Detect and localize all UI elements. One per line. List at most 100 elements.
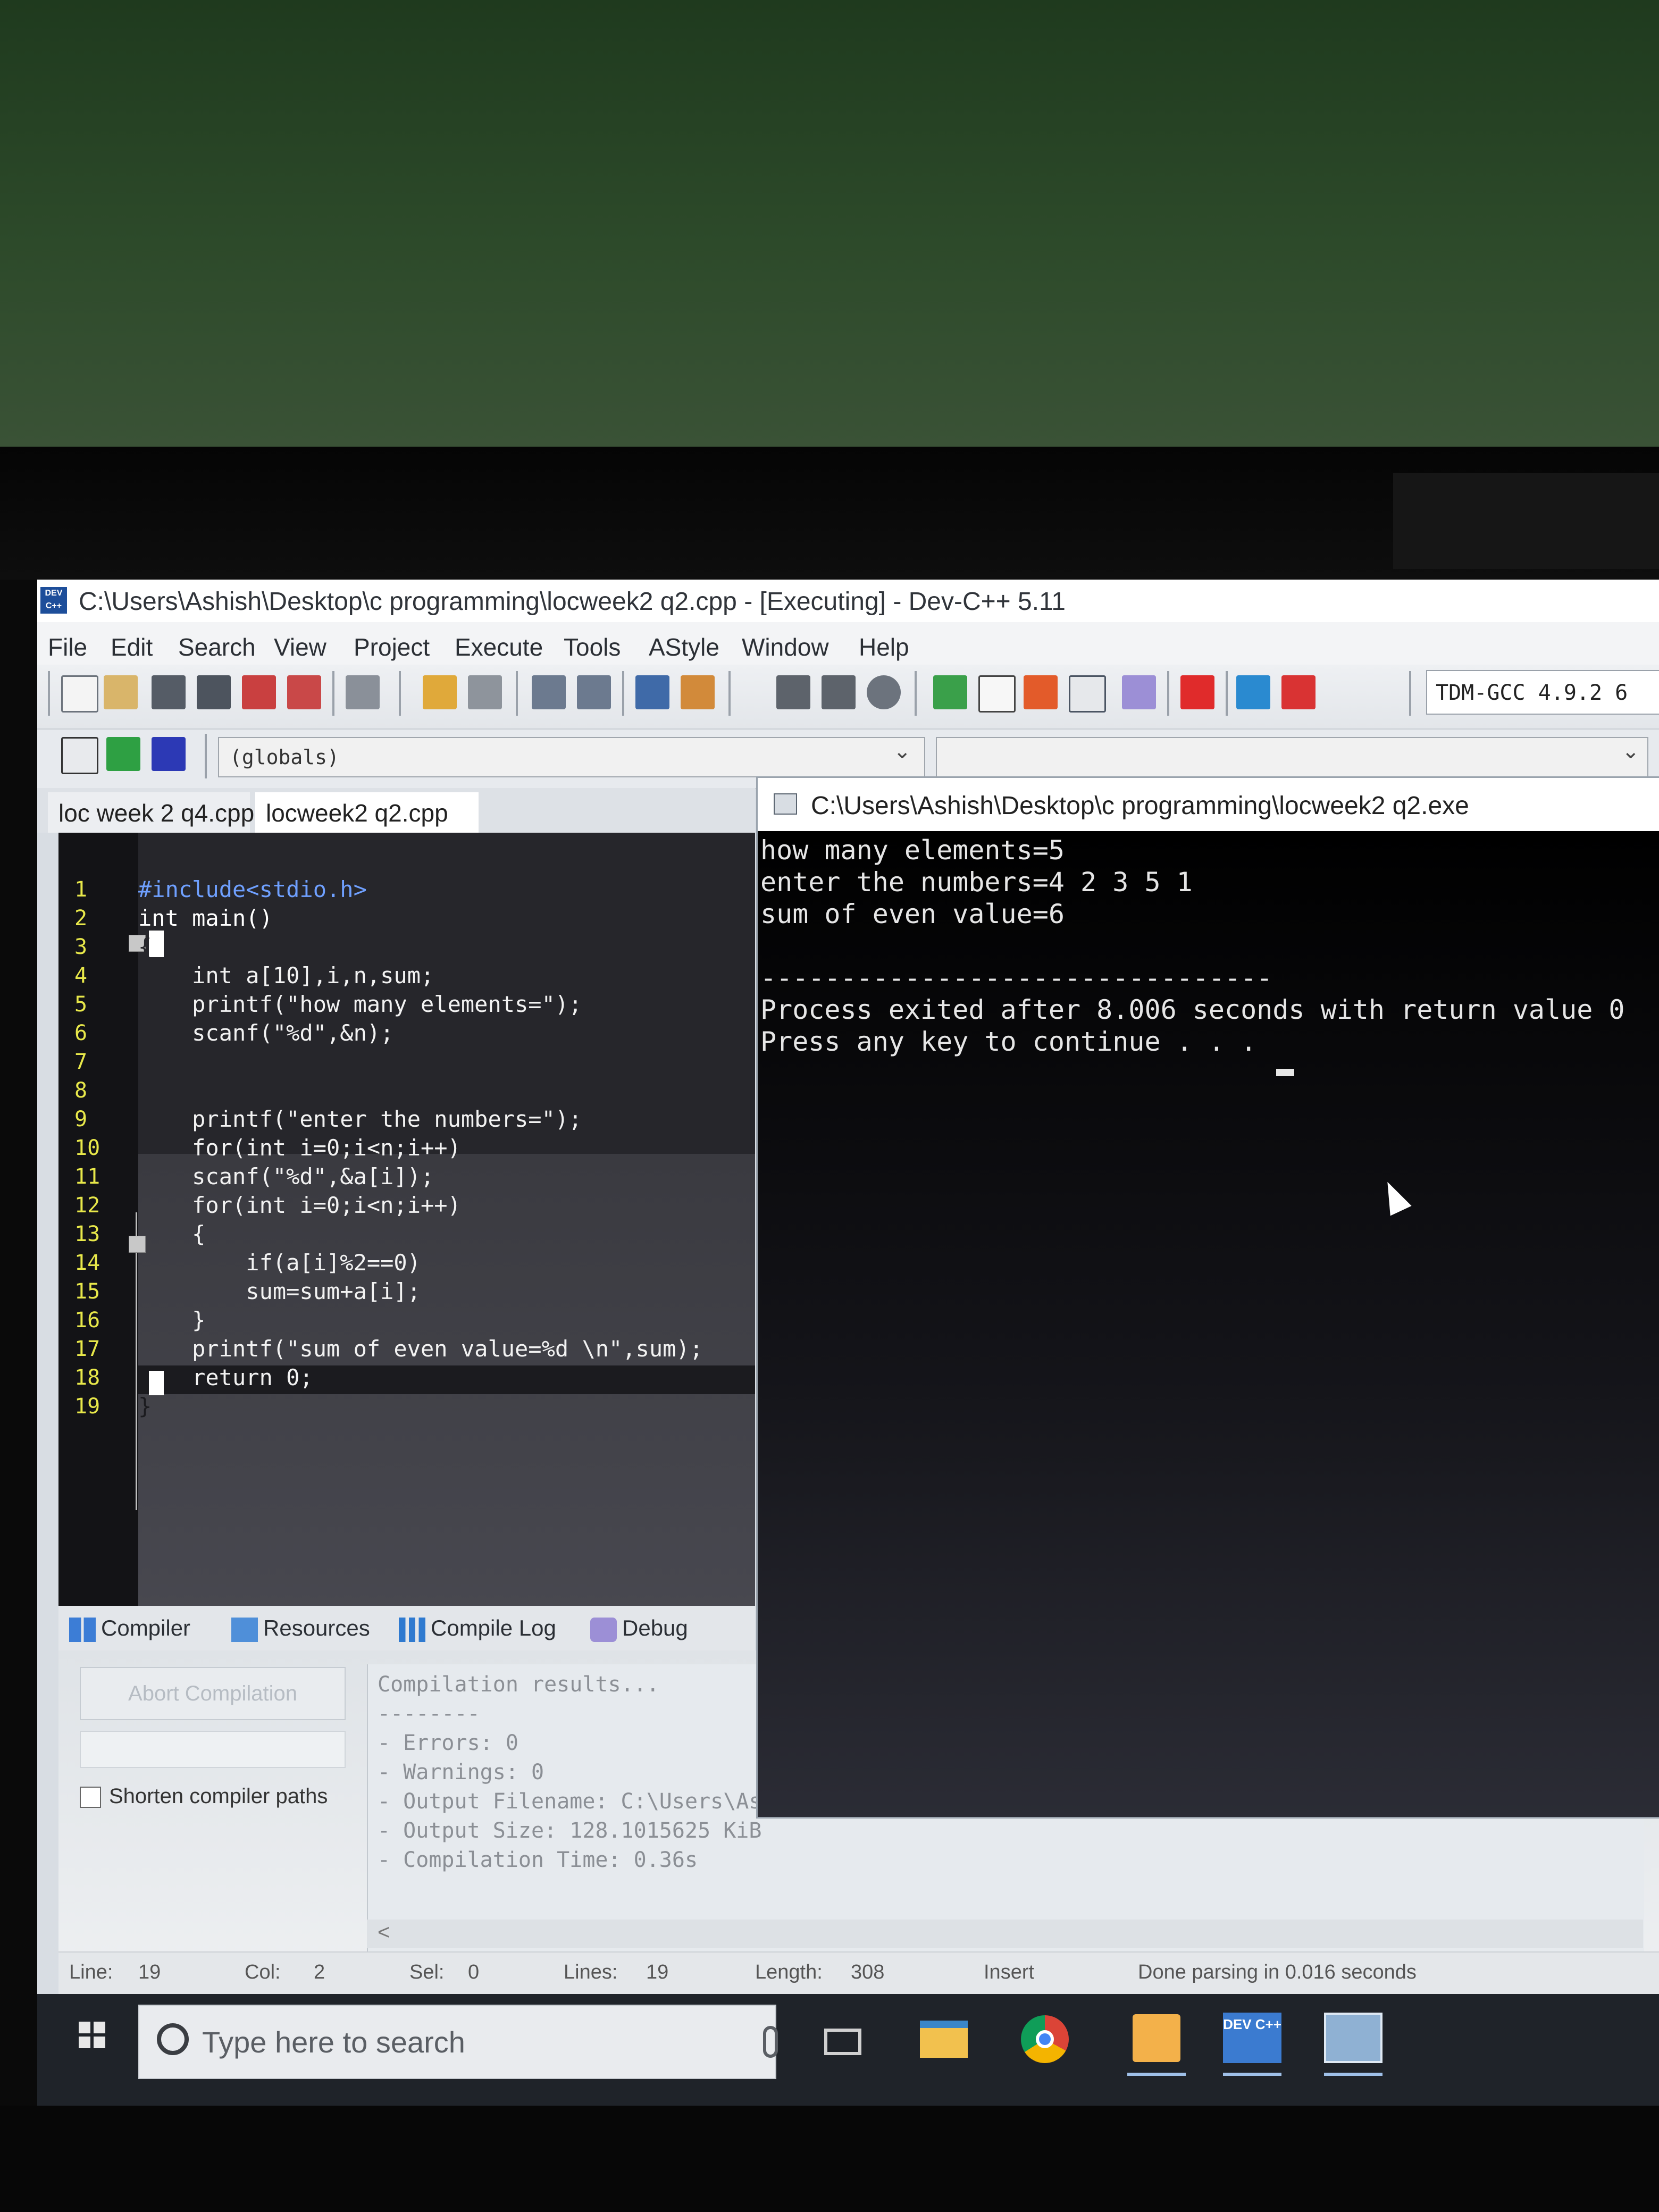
compiler-select[interactable]: TDM-GCC 4.9.2 6 [1426,670,1659,715]
toolbar-separator [399,671,401,716]
code-line[interactable]: if(a[i]%2==0) [138,1250,421,1276]
pinned-app-icon[interactable] [1133,2014,1180,2062]
menu-file[interactable]: File [48,633,87,661]
tab-compiler[interactable]: Compiler [69,1615,190,1642]
start-button[interactable] [69,2010,133,2074]
chevron-down-icon[interactable]: ⌄ [1622,739,1640,764]
code-line[interactable]: #include<stdio.h> [138,876,367,902]
scroll-left-arrow[interactable]: < [378,1921,390,1945]
redo-icon[interactable] [468,675,502,709]
indent-icon[interactable] [635,675,669,709]
delete-profile-icon[interactable] [1281,675,1316,709]
console-line: sum of even value=6 [760,899,1065,929]
editor-empty-area[interactable] [138,1154,755,1683]
unindent-icon[interactable] [681,675,715,709]
result-line: Compilation results... [378,1672,659,1697]
bookmark-icon[interactable] [867,675,901,709]
code-line[interactable]: { [138,934,152,960]
code-line[interactable]: printf("how many elements="); [138,991,582,1017]
code-line[interactable]: scanf("%d",&n); [138,1020,393,1046]
stop-execution-icon[interactable] [1180,675,1214,709]
horizontal-scrollbar[interactable] [367,1920,1643,1948]
syntax-check-icon[interactable] [1122,675,1156,709]
members-select[interactable] [936,737,1648,777]
save-icon[interactable] [152,675,186,709]
menu-window[interactable]: Window [742,633,829,661]
code-line[interactable]: for(int i=0;i<n;i++) [138,1192,461,1218]
status-line-label: Line: [69,1961,113,1983]
goto-forward-icon[interactable] [822,675,856,709]
menu-astyle[interactable]: AStyle [649,633,719,661]
line-number: 4 [74,963,88,988]
menu-help[interactable]: Help [859,633,909,661]
code-line[interactable]: } [138,1393,152,1419]
goto-back-icon[interactable] [776,675,810,709]
code-line[interactable]: int a[10],i,n,sum; [138,962,434,988]
line-number: 14 [74,1251,100,1275]
console-line: how many elements=5 [760,835,1065,866]
menu-search[interactable]: Search [178,633,256,661]
file-explorer-icon[interactable] [920,2021,968,2058]
microphone-icon[interactable] [763,2026,778,2058]
code-line[interactable]: } [138,1307,205,1333]
code-line[interactable]: int main() [138,905,273,931]
undo-icon[interactable] [423,675,457,709]
devcpp-taskbar-icon[interactable]: DEV C++ [1223,2013,1281,2063]
code-line[interactable]: sum=sum+a[i]; [138,1278,421,1304]
tab-compile-log[interactable]: Compile Log [399,1615,556,1642]
line-number: 10 [74,1136,100,1160]
open-file-icon[interactable] [104,675,138,709]
print-icon[interactable] [346,675,380,709]
console-taskbar-icon[interactable] [1324,2013,1382,2063]
globals-select[interactable]: (globals) [218,737,925,777]
menu-project[interactable]: Project [354,633,430,661]
background-wall [0,0,1659,447]
new-class-icon[interactable] [61,737,98,774]
code-line[interactable]: printf("enter the numbers="); [138,1106,582,1132]
status-length-label: Length: [755,1961,823,1983]
abort-compilation-button[interactable]: Abort Compilation [80,1667,346,1720]
check-icon [590,1617,617,1642]
line-number: 9 [74,1107,88,1132]
rebuild-all-icon[interactable] [1069,675,1106,713]
shorten-paths-checkbox[interactable] [80,1787,101,1808]
toolbar-separator [516,671,518,716]
menu-view[interactable]: View [274,633,326,661]
menu-tools[interactable]: Tools [564,633,621,661]
line-number: 16 [74,1308,100,1333]
line-number: 12 [74,1193,100,1218]
console-line: Process exited after 8.006 seconds with … [760,994,1625,1025]
code-line[interactable]: printf("sum of even value=%d \n",sum); [138,1336,703,1362]
monitor-bezel-left [0,580,37,2212]
toolbar-separator [48,671,50,716]
run-icon[interactable] [978,675,1016,713]
chevron-down-icon[interactable]: ⌄ [893,739,911,764]
tab-locweek2-q2[interactable]: locweek2 q2.cpp [255,792,479,833]
title-bar: DEV C++ C:\Users\Ashish\Desktop\c progra… [37,580,1659,623]
close-all-icon[interactable] [287,675,321,709]
replace-icon[interactable] [577,675,611,709]
status-lines-label: Lines: [564,1961,618,1983]
code-line[interactable]: for(int i=0;i<n;i++) [138,1135,461,1161]
devcpp-app-icon: DEV C++ [40,587,67,614]
tab-resources[interactable]: Resources [231,1615,370,1642]
compile-icon[interactable] [933,675,967,709]
menu-execute[interactable]: Execute [455,633,543,661]
tab-loc-week-2-q4[interactable]: loc week 2 q4.cpp [48,792,254,833]
new-file-icon[interactable] [61,675,98,713]
task-view-icon[interactable] [824,2029,861,2055]
close-file-icon[interactable] [242,675,276,709]
compile-run-icon[interactable] [1024,675,1058,709]
save-all-icon[interactable] [197,675,231,709]
active-indicator [1223,2073,1281,2076]
toggle-bookmark-icon[interactable] [152,737,186,771]
code-line[interactable]: scanf("%d",&a[i]); [138,1163,434,1189]
menu-edit[interactable]: Edit [111,633,153,661]
tab-debug[interactable]: Debug [590,1615,688,1642]
insert-icon[interactable] [106,737,140,771]
profile-chart-icon[interactable] [1236,675,1270,709]
find-icon[interactable] [532,675,566,709]
status-length-value: 308 [851,1961,885,1983]
code-line[interactable]: { [138,1221,205,1247]
code-line[interactable]: return 0; [138,1364,313,1390]
